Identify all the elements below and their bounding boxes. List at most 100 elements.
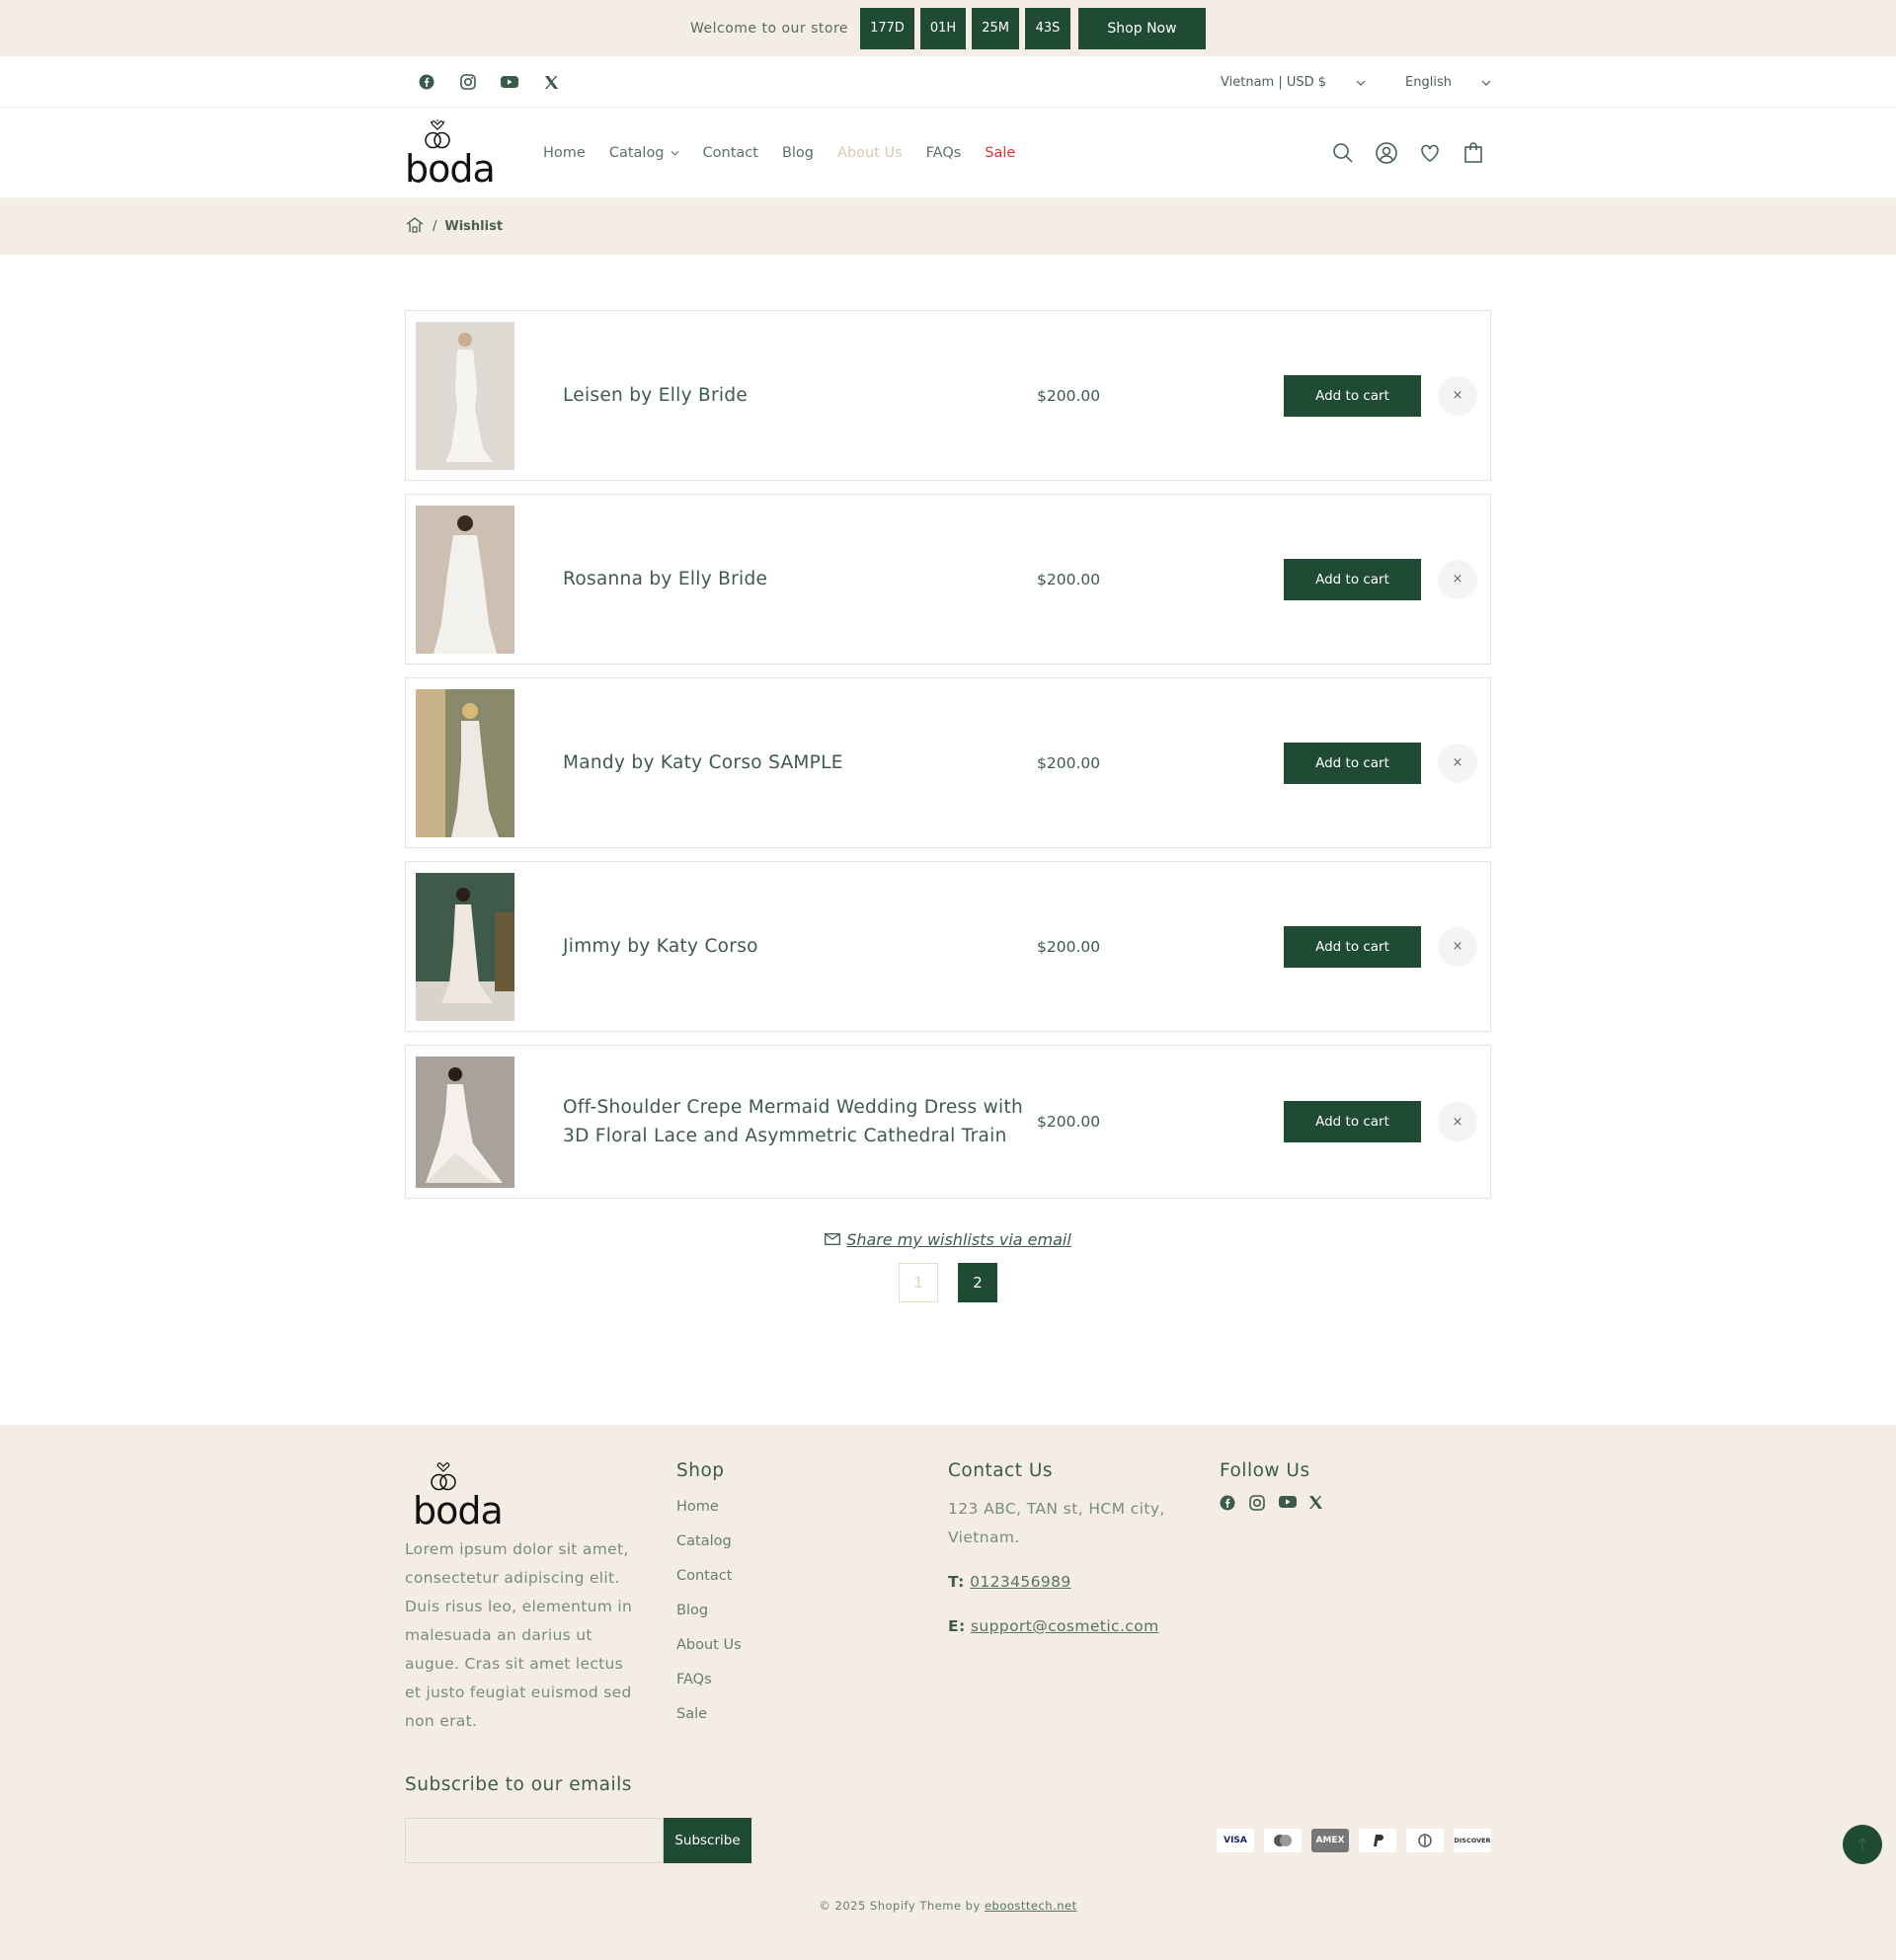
shop-now-button[interactable]: Shop Now <box>1077 7 1206 49</box>
back-to-top-button[interactable] <box>1843 1825 1882 1864</box>
wishlist: Leisen by Elly Bride $200.00 Add to cart… <box>405 310 1491 1302</box>
product-name[interactable]: Mandy by Katy Corso SAMPLE <box>563 748 1037 777</box>
product-name[interactable]: Rosanna by Elly Bride <box>563 565 1037 593</box>
announcement-text: Welcome to our store <box>690 20 849 37</box>
page-1[interactable]: 1 <box>899 1263 938 1302</box>
subscribe-title: Subscribe to our emails <box>405 1774 632 1795</box>
product-image[interactable] <box>416 688 514 837</box>
add-to-cart-button[interactable]: Add to cart <box>1284 558 1421 600</box>
add-to-cart-button[interactable]: Add to cart <box>1284 374 1421 417</box>
product-name[interactable]: Off-Shoulder Crepe Mermaid Wedding Dress… <box>563 1093 1037 1150</box>
search-icon[interactable] <box>1331 141 1355 165</box>
email-link[interactable]: support@cosmetic.com <box>971 1617 1159 1635</box>
product-name[interactable]: Jimmy by Katy Corso <box>563 932 1037 961</box>
footer-link-home[interactable]: Home <box>676 1495 948 1529</box>
product-image[interactable] <box>416 321 514 470</box>
footer-logo[interactable]: boda <box>413 1460 529 1529</box>
diners-icon <box>1406 1829 1444 1852</box>
subscribe-button[interactable]: Subscribe <box>664 1818 751 1863</box>
remove-item-button[interactable]: × <box>1438 1102 1477 1141</box>
chevron-down-icon <box>1356 75 1366 90</box>
discover-icon: DISCOVER <box>1454 1829 1491 1852</box>
heart-icon[interactable] <box>1418 141 1442 165</box>
chevron-down-icon <box>1481 75 1491 90</box>
product-price: $200.00 <box>1037 386 1101 405</box>
subscribe-email-input[interactable] <box>405 1818 664 1863</box>
product-image[interactable] <box>416 505 514 654</box>
nav-catalog[interactable]: Catalog <box>609 145 679 161</box>
product-image[interactable] <box>416 1056 514 1188</box>
mastercard-icon <box>1264 1829 1302 1852</box>
add-to-cart-button[interactable]: Add to cart <box>1284 925 1421 968</box>
remove-item-button[interactable]: × <box>1438 926 1477 967</box>
add-to-cart-button[interactable]: Add to cart <box>1284 1101 1421 1142</box>
footer-link-blog[interactable]: Blog <box>676 1599 948 1633</box>
facebook-icon[interactable] <box>417 72 436 92</box>
nav-sale[interactable]: Sale <box>985 145 1015 161</box>
footer-link-contact[interactable]: Contact <box>676 1564 948 1599</box>
footer-address: 123 ABC, TAN st, HCM city, Vietnam. <box>948 1500 1165 1546</box>
x-twitter-icon[interactable] <box>1308 1495 1326 1513</box>
language-selector[interactable]: English <box>1405 75 1491 90</box>
page-2[interactable]: 2 <box>958 1263 997 1302</box>
product-image[interactable] <box>416 872 514 1021</box>
nav-blog[interactable]: Blog <box>782 145 814 161</box>
add-to-cart-button[interactable]: Add to cart <box>1284 742 1421 784</box>
copyright: © 2025 Shopify Theme by eboosttech.net <box>405 1899 1491 1913</box>
nav-contact[interactable]: Contact <box>703 145 758 161</box>
logo[interactable]: boda <box>405 118 521 188</box>
payment-methods: VISA AMEX DISCOVER <box>1217 1829 1491 1852</box>
site-header: boda Home Catalog Contact Blog About Us … <box>0 108 1896 198</box>
instagram-icon[interactable] <box>458 72 478 92</box>
wishlist-item: Rosanna by Elly Bride $200.00 Add to car… <box>405 494 1491 665</box>
x-twitter-icon[interactable] <box>541 72 561 92</box>
phone-link[interactable]: 0123456989 <box>970 1573 1071 1591</box>
language-label: English <box>1405 74 1452 90</box>
countdown-hours: 01H <box>919 7 967 49</box>
product-price: $200.00 <box>1037 753 1101 772</box>
facebook-icon[interactable] <box>1220 1495 1237 1513</box>
product-price: $200.00 <box>1037 937 1101 956</box>
breadcrumb: / Wishlist <box>0 198 1896 255</box>
remove-item-button[interactable]: × <box>1438 559 1477 599</box>
youtube-icon[interactable] <box>500 72 519 92</box>
footer-link-catalog[interactable]: Catalog <box>676 1529 948 1564</box>
credit-link[interactable]: eboosttech.net <box>985 1899 1077 1913</box>
countdown-days: 177D <box>860 7 914 49</box>
logo-wordmark: boda <box>405 147 496 191</box>
footer-logo-wordmark: boda <box>413 1489 504 1532</box>
paypal-icon <box>1359 1829 1396 1852</box>
countdown-minutes: 25M <box>972 7 1019 49</box>
nav-home[interactable]: Home <box>543 145 586 161</box>
youtube-icon[interactable] <box>1279 1495 1297 1513</box>
product-price: $200.00 <box>1037 1113 1101 1131</box>
nav-about-us[interactable]: About Us <box>837 145 903 161</box>
main-nav: Home Catalog Contact Blog About Us FAQs … <box>543 145 1015 161</box>
product-price: $200.00 <box>1037 570 1101 588</box>
instagram-icon[interactable] <box>1249 1495 1267 1513</box>
phone-label: T: <box>948 1573 965 1591</box>
share-wishlist-link[interactable]: Share my wishlists via email <box>405 1230 1491 1249</box>
product-name[interactable]: Leisen by Elly Bride <box>563 381 1037 410</box>
amex-icon: AMEX <box>1311 1829 1349 1852</box>
social-links <box>405 72 561 92</box>
cart-bag-icon[interactable] <box>1462 141 1485 165</box>
remove-item-button[interactable]: × <box>1438 375 1477 416</box>
account-icon[interactable] <box>1375 141 1398 165</box>
utility-bar: Vietnam | USD $ English <box>0 56 1896 108</box>
footer-about-text: Lorem ipsum dolor sit amet, consectetur … <box>405 1540 633 1730</box>
footer-link-faqs[interactable]: FAQs <box>676 1668 948 1702</box>
nav-catalog-label: Catalog <box>608 145 665 161</box>
home-icon[interactable] <box>405 216 425 238</box>
pagination: 1 2 <box>405 1263 1491 1302</box>
footer-link-about-us[interactable]: About Us <box>676 1633 948 1668</box>
country-currency-selector[interactable]: Vietnam | USD $ <box>1221 75 1366 90</box>
nav-faqs[interactable]: FAQs <box>926 145 962 161</box>
countdown-seconds: 43S <box>1024 7 1070 49</box>
wishlist-item: Off-Shoulder Crepe Mermaid Wedding Dress… <box>405 1045 1491 1199</box>
remove-item-button[interactable]: × <box>1438 743 1477 783</box>
footer-link-sale[interactable]: Sale <box>676 1702 948 1737</box>
announcement-bar: Welcome to our store 177D 01H 25M 43S Sh… <box>0 0 1896 56</box>
email-label: E: <box>948 1617 966 1635</box>
wishlist-item: Mandy by Katy Corso SAMPLE $200.00 Add t… <box>405 677 1491 848</box>
